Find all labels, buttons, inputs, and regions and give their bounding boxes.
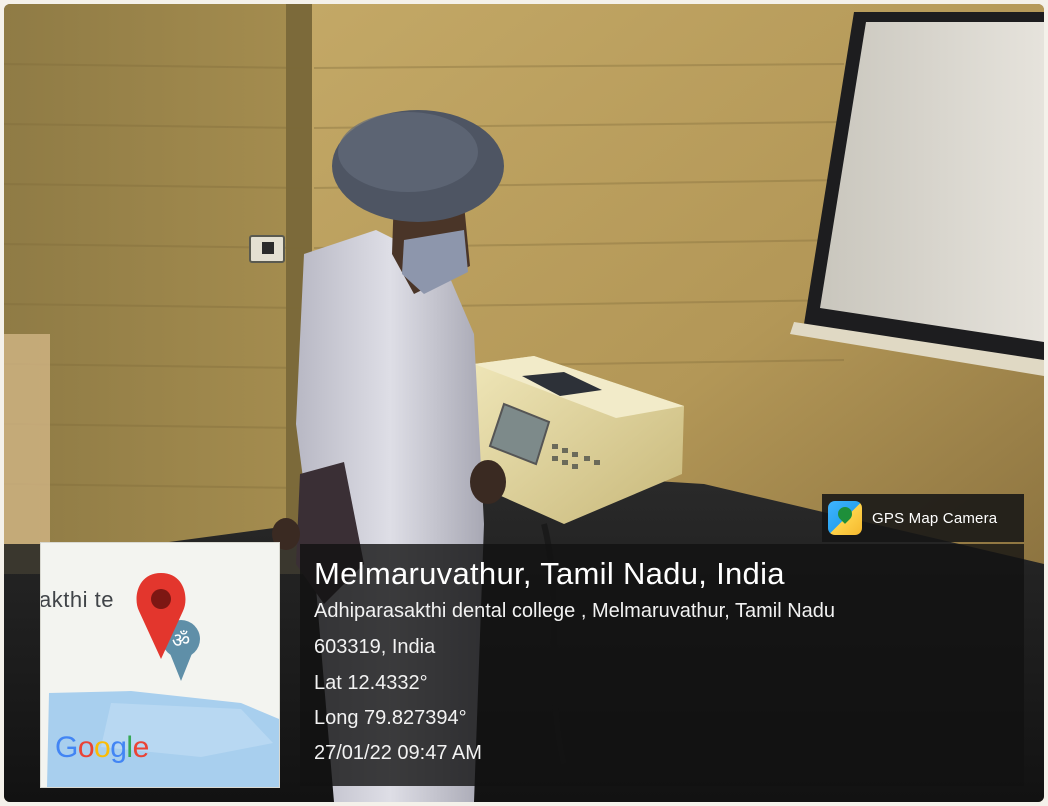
- location-title: Melmaruvathur, Tamil Nadu, India: [314, 556, 785, 591]
- datetime-text: 27/01/22 09:47 AM: [314, 742, 482, 764]
- map-place-label: akthi te: [40, 587, 114, 612]
- app-name-label: GPS Map Camera: [872, 509, 998, 527]
- google-logo: Google: [55, 731, 149, 765]
- google-letter: g: [110, 731, 127, 764]
- google-letter: G: [55, 731, 78, 764]
- gps-map-camera-icon: [828, 501, 862, 535]
- longitude-text: Long 79.827394°: [314, 707, 467, 729]
- map-thumbnail[interactable]: ॐ akthi te Google: [40, 542, 280, 788]
- address-line-1: Adhiparasakthi dental college , Melmaruv…: [314, 600, 836, 622]
- google-letter: e: [132, 731, 150, 764]
- address-line-2: 603319, India: [314, 636, 436, 658]
- google-letter: o: [77, 731, 95, 764]
- gps-map-camera-badge: GPS Map Camera: [822, 494, 1024, 542]
- photo: ॐ akthi te Google GPS Map Camera: [4, 4, 1044, 802]
- svg-text:ॐ: ॐ: [172, 628, 190, 652]
- latitude-text: Lat 12.4332°: [314, 672, 428, 694]
- google-letter: o: [94, 731, 111, 764]
